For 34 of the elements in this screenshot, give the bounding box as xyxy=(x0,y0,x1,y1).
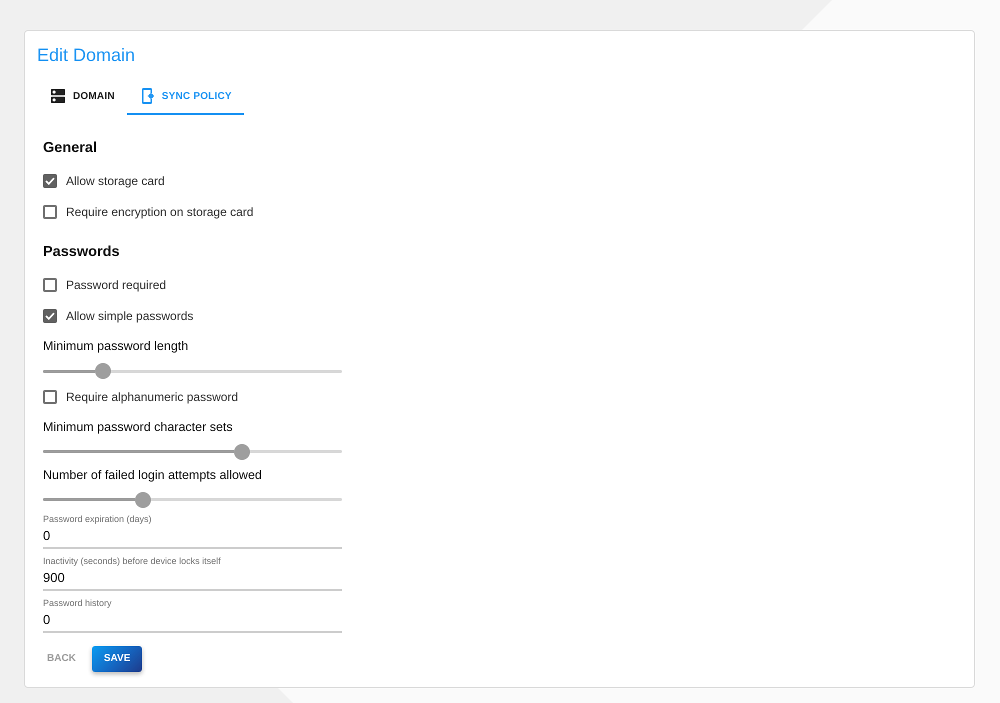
slider-thumb[interactable] xyxy=(134,492,151,508)
checkbox[interactable] xyxy=(43,174,57,188)
server-icon xyxy=(51,89,65,103)
checkmark-icon xyxy=(45,312,55,320)
text-field[interactable]: 0 xyxy=(43,524,342,548)
checkbox[interactable] xyxy=(43,205,57,219)
slider-label: Number of failed login attempts allowed xyxy=(43,466,263,484)
field-label: Password expiration (days) xyxy=(43,512,153,524)
checkbox-label: Require encryption on storage card xyxy=(66,205,254,219)
checkbox[interactable] xyxy=(43,278,57,292)
checkbox-label: Require alphanumeric password xyxy=(66,390,238,404)
checkbox[interactable] xyxy=(43,309,57,323)
slider-track[interactable] xyxy=(43,450,342,453)
section-heading: Passwords xyxy=(43,243,121,262)
field-label: Inactivity (seconds) before device locks itself xyxy=(43,554,222,566)
checkmark-icon xyxy=(45,177,55,185)
text-field[interactable]: 0 xyxy=(43,608,342,632)
slider-label: Minimum password character sets xyxy=(43,418,234,436)
slider-thumb[interactable] xyxy=(234,444,250,460)
slider-track[interactable] xyxy=(43,370,342,372)
save-button[interactable]: SAVE xyxy=(92,646,142,672)
slider-label: Minimum password length xyxy=(43,338,190,355)
section-heading: General xyxy=(43,139,98,158)
slider-thumb[interactable] xyxy=(94,363,111,379)
field-label: Password history xyxy=(43,596,113,608)
checkbox[interactable] xyxy=(43,390,57,404)
slider-track[interactable] xyxy=(43,498,342,501)
checkbox-label: Allow storage card xyxy=(66,174,165,188)
window-title: Edit Domain xyxy=(37,44,136,67)
tab[interactable]: DOMAIN xyxy=(36,79,127,115)
checkbox-label: Allow simple passwords xyxy=(66,309,194,323)
checkbox-label: Password required xyxy=(66,278,166,292)
phone-settings-icon xyxy=(142,88,154,104)
text-field[interactable]: 900 xyxy=(43,566,342,590)
